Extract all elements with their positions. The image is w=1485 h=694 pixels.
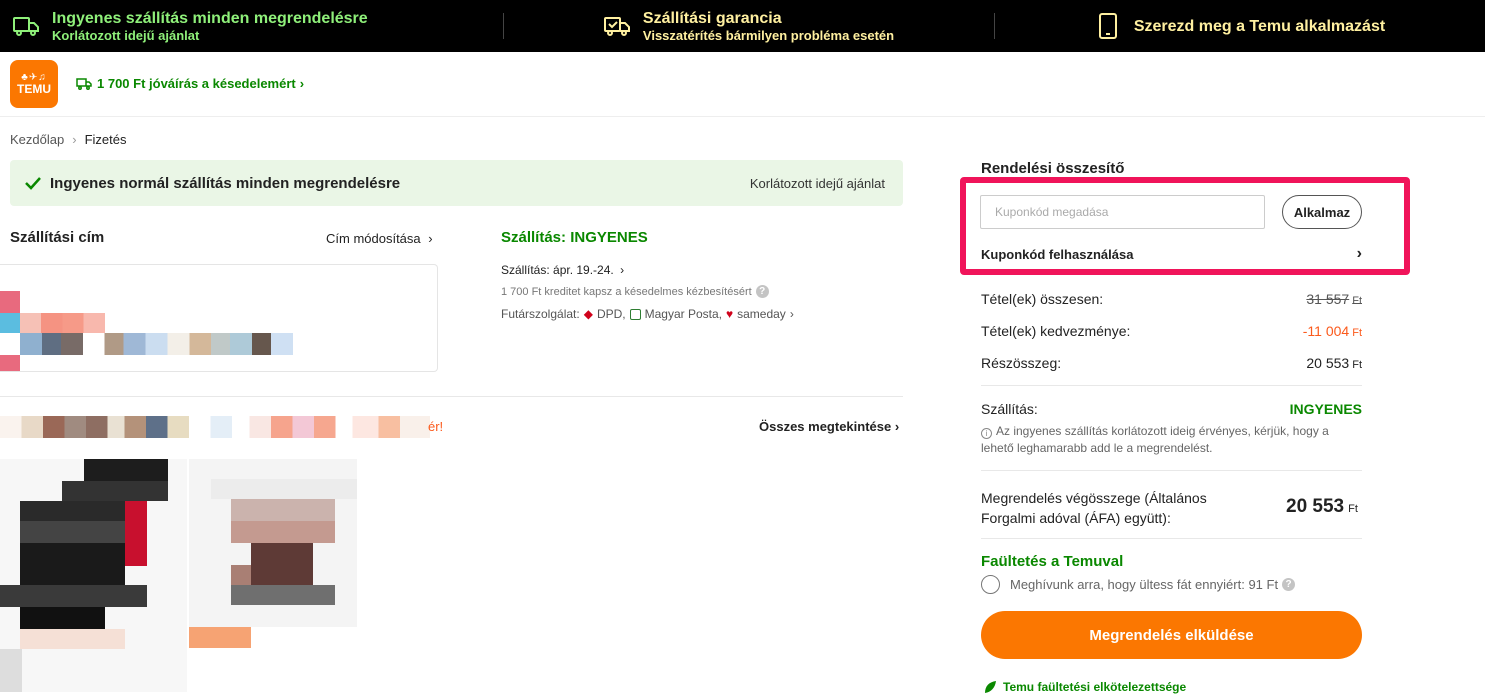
guarantee-banner[interactable]: Szállítási garancia Visszatérítés bármil… [503,0,994,52]
items-orange-text: ér! [428,419,444,434]
shipping-note: i Az ingyenes szállítás korlátozott ideig… [981,423,1362,457]
free-shipping-title: Ingyenes szállítás minden megrendelésre [52,9,368,27]
items-total-value: 31 557 Ft [1306,291,1362,307]
coupon-input[interactable] [980,195,1265,229]
redacted-pixel [0,291,20,313]
redacted-pixel [189,627,251,648]
tree-text: Meghívunk arra, hogy ültess fát ennyiért… [1010,577,1279,592]
items-discount-row: Tétel(ek) kedvezménye: -11 004 Ft [981,323,1362,339]
shipping-date-text: Szállítás: ápr. 19.-24. [501,263,614,277]
courier-label: Futárszolgálat: [501,307,580,321]
credit-link[interactable]: 1 700 Ft jóváírás a késedelemért › [76,76,304,91]
shipping-row: Szállítás: INGYENES [981,401,1362,417]
product-image-1[interactable] [0,459,187,692]
courier-row[interactable]: Futárszolgálat: ◆ DPD, Magyar Posta, ♥ s… [501,307,794,321]
address-title: Szállítási cím [10,229,105,246]
submit-order-button[interactable]: Megrendelés elküldése [981,611,1362,659]
items-discount-value: -11 004 Ft [1302,323,1362,339]
promo-text: Ingyenes normál szállítás minden megrend… [50,174,401,192]
view-all-link[interactable]: Összes megtekintése › [759,419,899,434]
chevron-right-icon: › [894,419,900,434]
courier-sameday: sameday [737,307,786,321]
header: ♣✈♫ TEMU 1 700 Ft jóváírás a késedelemér… [0,52,1485,117]
modify-address-text: Cím módosítása [326,231,421,246]
chevron-right-icon: › [72,132,77,147]
chevron-right-icon: › [620,263,625,277]
section-divider [0,396,903,397]
magyar-posta-icon [629,308,641,320]
items-discount-label: Tétel(ek) kedvezménye: [981,323,1131,339]
breadcrumb-home[interactable]: Kezdőlap [10,132,64,147]
subtotal-label: Részösszeg: [981,355,1062,371]
top-banner: Ingyenes szállítás minden megrendelésre … [0,0,1485,52]
temu-logo[interactable]: ♣✈♫ TEMU [10,60,58,108]
redacted-pixel [20,313,105,333]
guarantee-sub: Visszatérítés bármilyen probléma esetén [642,27,895,43]
dpd-icon: ◆ [583,307,593,321]
free-shipping-promo: Ingyenes normál szállítás minden megrend… [10,160,903,206]
guarantee-title: Szállítási garancia [642,9,782,27]
product-image-2[interactable] [189,459,357,627]
info-icon: i [981,428,992,439]
check-icon [25,177,41,190]
shipping-credit-text: 1 700 Ft kreditet kapsz a késedelmes kéz… [501,285,752,298]
shipping-title: Szállítás: INGYENES [501,229,648,246]
chevron-right-icon: › [789,307,794,321]
summary-divider [981,538,1362,539]
breadcrumb-current: Fizetés [84,132,127,147]
total-label: Megrendelés végösszege (Általános Forgal… [981,490,1207,526]
use-coupon-text: Kuponkód felhasználása [981,246,1134,262]
logo-glyphs-icon: ♣✈♫ [21,71,47,83]
view-all-text: Összes megtekintése [759,419,892,434]
free-shipping-banner[interactable]: Ingyenes szállítás minden megrendelésre … [0,0,503,52]
redacted-item-strip [0,416,430,438]
items-total-row: Tétel(ek) összesen: 31 557 Ft [981,291,1362,307]
courier-posta: Magyar Posta, [644,307,722,321]
items-total-label: Tétel(ek) összesen: [981,291,1104,307]
modify-address-link[interactable]: Cím módosítása › [326,231,433,246]
tree-title: Faültetés a Temuval [981,553,1124,570]
summary-divider [981,470,1362,471]
question-icon[interactable]: ? [1282,578,1296,591]
redacted-pixel [20,333,293,355]
subtotal-value: 20 553 Ft [1306,355,1362,371]
address-card[interactable] [0,264,438,372]
order-summary-title: Rendelési összesítő [981,160,1125,177]
truck-check-icon [603,12,631,40]
sameday-icon: ♥ [725,307,734,321]
shipping-credit-note: 1 700 Ft kreditet kapsz a késedelmes kéz… [501,285,769,298]
courier-dpd: DPD, [596,307,626,321]
redacted-pixel [0,355,20,371]
free-shipping-sub: Korlátozott idejű ajánlat [52,27,200,43]
question-icon[interactable]: ? [755,285,769,298]
shipping-note-text: Az ingyenes szállítás korlátozott ideig … [981,424,1329,455]
credit-link-text: 1 700 Ft jóváírás a késedelemért [97,76,296,91]
chevron-right-icon: › [1356,245,1362,262]
shipping-date[interactable]: Szállítás: ápr. 19.-24. › [501,263,624,277]
small-truck-icon [76,77,92,90]
app-banner[interactable]: Szerezd meg a Temu alkalmazást [994,0,1485,52]
logo-text: TEMU [17,81,51,96]
tree-radio[interactable] [981,575,1000,594]
truck-icon [12,12,40,40]
total-value: 20 553 Ft [1286,496,1358,517]
subtotal-row: Részösszeg: 20 553 Ft [981,355,1362,371]
use-coupon-link[interactable]: Kuponkód felhasználása › [981,245,1362,263]
chevron-right-icon: › [428,231,433,246]
redacted-pixel [0,313,20,333]
breadcrumb: Kezdőlap › Fizetés [10,132,126,147]
app-title: Szerezd meg a Temu alkalmazást [1133,17,1386,35]
apply-coupon-button[interactable]: Alkalmaz [1282,195,1362,229]
tree-option[interactable]: Meghívunk arra, hogy ültess fát ennyiért… [981,575,1296,594]
shipping-label: Szállítás: [981,401,1038,417]
phone-icon [1094,12,1122,40]
promo-limit: Korlátozott idejű ajánlat [749,175,885,191]
chevron-right-icon: › [299,76,305,91]
summary-divider [981,385,1362,386]
shipping-value: INGYENES [1289,401,1362,417]
